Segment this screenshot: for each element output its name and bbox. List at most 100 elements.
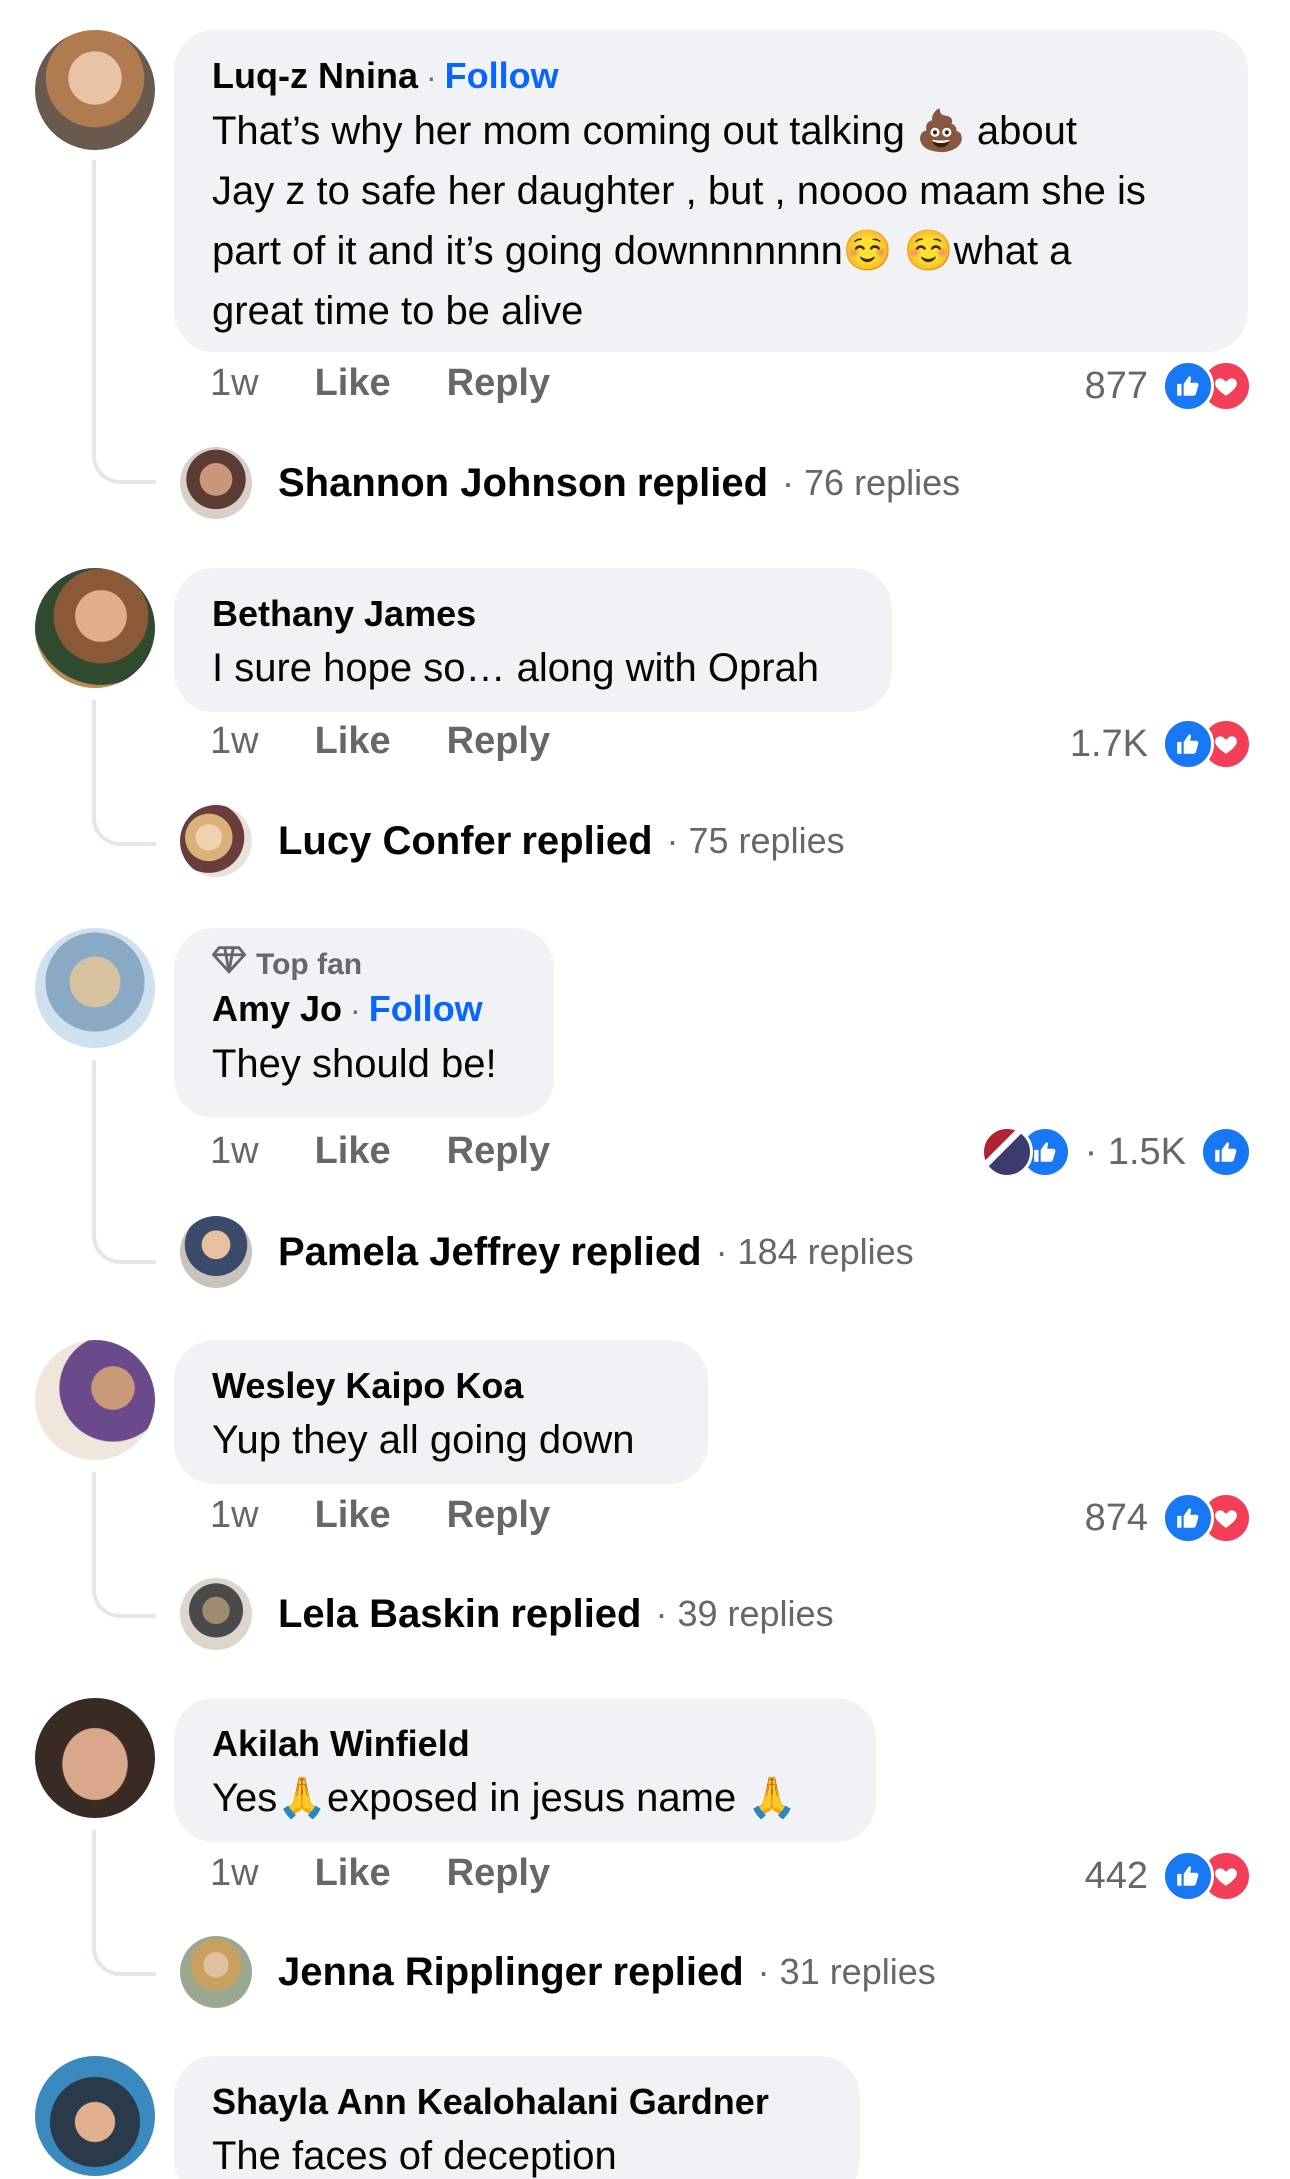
comment-item: Bethany James I sure hope so… along with… (0, 560, 1290, 890)
reaction-count: 874 (1084, 1496, 1148, 1539)
like-icon (1162, 1492, 1214, 1544)
comment-bubble: Top fan Amy Jo · Follow They should be! (174, 928, 554, 1118)
comment-text: I sure hope so… along with Oprah (212, 646, 820, 690)
reaction-summary[interactable]: 877 (1085, 360, 1252, 412)
reply-button[interactable]: Reply (447, 1494, 550, 1537)
comment-actions: 1w Like Reply (210, 720, 550, 763)
like-icon (1200, 1126, 1252, 1178)
replied-label: replied (636, 460, 769, 505)
like-icon (1162, 718, 1214, 770)
avatar[interactable] (35, 1340, 155, 1460)
reaction-count: · 1.5K (1084, 1130, 1186, 1173)
follow-button[interactable]: Follow (369, 988, 483, 1029)
timestamp[interactable]: 1w (210, 1494, 259, 1537)
comment-bubble: Bethany James I sure hope so… along with… (174, 568, 892, 712)
timestamp[interactable]: 1w (210, 1852, 259, 1895)
follow-button[interactable]: Follow (445, 55, 559, 96)
view-replies-link[interactable]: Jenna Ripplinger replied · 31 replies (180, 1936, 936, 2008)
view-replies-link[interactable]: Shannon Johnson replied · 76 replies (180, 447, 960, 519)
avatar[interactable] (35, 2056, 155, 2176)
replied-label: replied (521, 818, 653, 863)
comment-actions: 1w Like Reply (210, 362, 550, 405)
commenter-name[interactable]: Luq-z Nnina (212, 55, 418, 96)
comment-text: They should be! (212, 1042, 497, 1086)
timestamp[interactable]: 1w (210, 362, 259, 405)
avatar (180, 1216, 252, 1288)
diamond-icon (211, 944, 247, 985)
comment-bubble: Wesley Kaipo Koa Yup they all going down (174, 1340, 708, 1484)
avatar[interactable] (35, 928, 155, 1048)
reaction-summary[interactable]: 1.7K (1070, 718, 1252, 770)
replied-label: replied (570, 1229, 702, 1274)
like-button[interactable]: Like (315, 1852, 391, 1895)
thread-line (92, 160, 156, 484)
separator-dot: · (425, 59, 437, 95)
replier-name: Lela Baskin (278, 1591, 501, 1636)
replier-name: Pamela Jeffrey (278, 1229, 561, 1274)
separator-dot: · (350, 992, 361, 1028)
like-button[interactable]: Like (315, 362, 391, 405)
top-fan-badge: Top fan (211, 944, 516, 985)
avatar[interactable] (35, 1698, 155, 1818)
comment-text: Yes🙏exposed in jesus name 🙏 (212, 1776, 798, 1820)
avatar[interactable] (35, 30, 155, 150)
reaction-count: 1.7K (1069, 722, 1148, 765)
like-icon (1162, 360, 1214, 412)
reply-count: · 184 replies (715, 1231, 914, 1272)
view-replies-link[interactable]: Lela Baskin replied · 39 replies (180, 1578, 834, 1650)
thread-line (92, 1830, 156, 1976)
timestamp[interactable]: 1w (210, 720, 259, 763)
commenter-name[interactable]: Akilah Winfield (212, 1720, 838, 1768)
replier-name: Shannon Johnson (278, 460, 627, 505)
view-replies-link[interactable]: Pamela Jeffrey replied · 184 replies (180, 1216, 914, 1288)
comment-actions: 1w Like Reply (210, 1130, 550, 1173)
avatar (180, 1578, 252, 1650)
comment-text: The faces of deception (212, 2134, 617, 2178)
reaction-summary[interactable]: · 1.5K (980, 1126, 1252, 1178)
thread-line (92, 1472, 156, 1618)
replied-label: replied (510, 1591, 642, 1636)
comment-bubble: Shayla Ann Kealohalani Gardner The faces… (174, 2056, 860, 2179)
reply-button[interactable]: Reply (447, 1852, 550, 1895)
like-button[interactable]: Like (315, 720, 391, 763)
thread-line (92, 1060, 156, 1264)
comment-item: Shayla Ann Kealohalani Gardner The faces… (0, 2048, 1290, 2179)
commenter-name[interactable]: Amy Jo (212, 988, 342, 1029)
comment-item: Wesley Kaipo Koa Yup they all going down… (0, 1332, 1290, 1662)
reply-count: · 76 replies (782, 462, 961, 503)
comment-bubble: Akilah Winfield Yes🙏exposed in jesus nam… (174, 1698, 876, 1842)
reply-button[interactable]: Reply (447, 1130, 550, 1173)
avatar[interactable] (35, 568, 155, 688)
comment-actions: 1w Like Reply (210, 1494, 550, 1537)
commenter-name[interactable]: Bethany James (212, 590, 854, 638)
view-replies-link[interactable]: Lucy Confer replied · 75 replies (180, 805, 845, 877)
commenter-name[interactable]: Shayla Ann Kealohalani Gardner (212, 2078, 822, 2126)
reply-count: · 75 replies (666, 820, 845, 861)
comment-text: Yup they all going down (212, 1418, 635, 1462)
like-button[interactable]: Like (315, 1130, 391, 1173)
avatar (180, 805, 252, 877)
reply-button[interactable]: Reply (447, 362, 550, 405)
replier-name: Jenna Ripplinger (278, 1949, 603, 1994)
commenter-name[interactable]: Wesley Kaipo Koa (212, 1362, 670, 1410)
flag-avatar-icon (980, 1126, 1033, 1178)
comment-item: Akilah Winfield Yes🙏exposed in jesus nam… (0, 1690, 1290, 2020)
reply-button[interactable]: Reply (447, 720, 550, 763)
like-button[interactable]: Like (315, 1494, 391, 1537)
reaction-count: 442 (1084, 1854, 1148, 1897)
reaction-count: 877 (1084, 364, 1148, 407)
comment-bubble: Luq-z Nnina · Follow That’s why her mom co… (174, 30, 1248, 352)
reply-count: · 31 replies (757, 1951, 936, 1992)
reply-count: · 39 replies (655, 1593, 834, 1634)
avatar (180, 1936, 252, 2008)
comment-text: That’s why her mom coming out talking 💩 … (212, 109, 1146, 333)
comment-item: Top fan Amy Jo · Follow They should be! 1w… (0, 920, 1290, 1300)
reaction-summary[interactable]: 442 (1085, 1850, 1252, 1902)
thread-line (92, 700, 156, 846)
reaction-summary[interactable]: 874 (1085, 1492, 1252, 1544)
avatar (180, 447, 252, 519)
timestamp[interactable]: 1w (210, 1130, 259, 1173)
comment-item: Luq-z Nnina · Follow That’s why her mom co… (0, 0, 1290, 520)
replied-label: replied (612, 1949, 744, 1994)
comment-actions: 1w Like Reply (210, 1852, 550, 1895)
